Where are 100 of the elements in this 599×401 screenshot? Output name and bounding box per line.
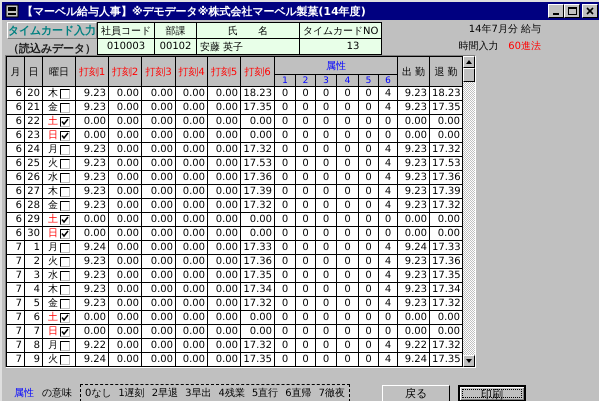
scroll-up-button[interactable]	[463, 56, 475, 68]
minimize-button[interactable]	[548, 4, 564, 18]
table-cell: 0	[336, 352, 358, 366]
table-cell: 9.23	[76, 268, 108, 282]
checkbox[interactable]	[60, 312, 70, 322]
table-cell: 17.32	[240, 338, 274, 352]
table-cell: 9.22	[398, 338, 430, 352]
table-cell: 0.00	[76, 212, 108, 226]
table-cell: 0.00	[108, 128, 142, 142]
table-cell: 0	[316, 170, 336, 184]
legend-item: 5直行	[252, 386, 278, 400]
checkbox[interactable]	[60, 158, 70, 168]
checkbox[interactable]	[60, 88, 70, 98]
table-cell: 0	[296, 296, 316, 310]
scrollbar[interactable]	[463, 56, 475, 367]
table-cell: 0.00	[108, 212, 142, 226]
table-cell: 0	[358, 114, 378, 128]
column-header: 打刻1	[76, 56, 108, 86]
table-cell: 0	[274, 296, 296, 310]
checkbox[interactable]	[60, 270, 70, 280]
table-cell: 0.00	[108, 226, 142, 240]
table-cell: 0.00	[208, 338, 240, 352]
checkbox[interactable]	[60, 130, 70, 140]
table-cell: 0	[358, 100, 378, 114]
table-cell: 8	[24, 338, 42, 352]
down-arrow-icon	[466, 359, 472, 363]
checkbox[interactable]	[60, 102, 70, 112]
weekday-label: 土	[48, 214, 58, 226]
field-value: 13	[300, 38, 382, 54]
checkbox[interactable]	[60, 214, 70, 224]
table-cell: 6	[6, 226, 24, 240]
table-cell: 0.00	[398, 114, 430, 128]
table-cell: 0	[358, 142, 378, 156]
checkbox[interactable]	[60, 144, 70, 154]
table-cell: 0	[336, 254, 358, 268]
legend-item: 0なし	[85, 387, 112, 400]
checkbox[interactable]	[60, 298, 70, 308]
column-header: 打刻2	[108, 56, 142, 86]
table-cell: 0.00	[176, 240, 208, 254]
scroll-down-button[interactable]	[463, 355, 475, 367]
checkbox[interactable]	[60, 116, 70, 126]
table-cell: 24	[24, 142, 42, 156]
table-cell: 0	[296, 226, 316, 240]
weekday-label: 土	[48, 116, 58, 128]
table-cell: 4	[378, 198, 398, 212]
maximize-button[interactable]	[564, 4, 580, 18]
table-cell: 0.00	[398, 128, 430, 142]
table-cell: 0.00	[240, 212, 274, 226]
table-cell: 0	[378, 128, 398, 142]
table-cell: 0.00	[142, 282, 176, 296]
table-cell: 0	[296, 114, 316, 128]
table-cell: 4	[378, 170, 398, 184]
table-cell: 6	[6, 170, 24, 184]
table-cell: 0.00	[142, 212, 176, 226]
checkbox[interactable]	[60, 200, 70, 210]
window-title: 【マーベル給与人事】※デモデータ※株式会社マーベル製菓(14年度)	[22, 4, 367, 18]
checkbox[interactable]	[60, 242, 70, 252]
table-cell: 9.23	[398, 170, 430, 184]
table-cell: 0.00	[398, 212, 430, 226]
table-cell: 4	[378, 296, 398, 310]
table-cell: 0	[316, 156, 336, 170]
checkbox[interactable]	[60, 326, 70, 336]
checkbox[interactable]	[60, 284, 70, 294]
table-cell: 0	[296, 282, 316, 296]
checkbox[interactable]	[60, 186, 70, 196]
field-value: 00102	[154, 38, 196, 54]
table-cell: 0.00	[398, 324, 430, 338]
table-cell: 0	[296, 254, 316, 268]
table-cell: 0	[274, 324, 296, 338]
table-cell: 9.23	[398, 86, 430, 100]
checkbox[interactable]	[60, 354, 70, 364]
table-cell: 0.00	[398, 310, 430, 324]
checkbox[interactable]	[60, 256, 70, 266]
table-cell: 0	[274, 310, 296, 324]
table-cell: 17.35	[240, 100, 274, 114]
action-button[interactable]: 戻る	[382, 384, 450, 401]
table-cell: 0.00	[108, 156, 142, 170]
table-cell: 0	[274, 268, 296, 282]
table-cell: 0.00	[142, 226, 176, 240]
table-cell: 0	[296, 86, 316, 100]
legend-item: 2早退	[152, 386, 178, 400]
table-cell: 0	[378, 226, 398, 240]
weekday-label: 木	[48, 186, 58, 198]
weekday-label: 金	[48, 102, 58, 114]
legend-item: 3早出	[185, 386, 212, 400]
table-cell: 29	[24, 212, 42, 226]
scroll-thumb[interactable]	[463, 68, 475, 82]
checkbox[interactable]	[60, 172, 70, 182]
table-cell: 4	[378, 240, 398, 254]
table-cell: 0	[316, 128, 336, 142]
table-cell: 0	[378, 324, 398, 338]
close-button[interactable]	[582, 4, 598, 18]
table-cell: 4	[378, 352, 398, 366]
field-label: 部課	[154, 22, 196, 38]
table-cell: 0	[358, 86, 378, 100]
table-cell: 0	[274, 254, 296, 268]
table-cell: 0	[336, 170, 358, 184]
checkbox[interactable]	[60, 228, 70, 238]
table-cell: 0.00	[76, 114, 108, 128]
checkbox[interactable]	[60, 340, 70, 350]
